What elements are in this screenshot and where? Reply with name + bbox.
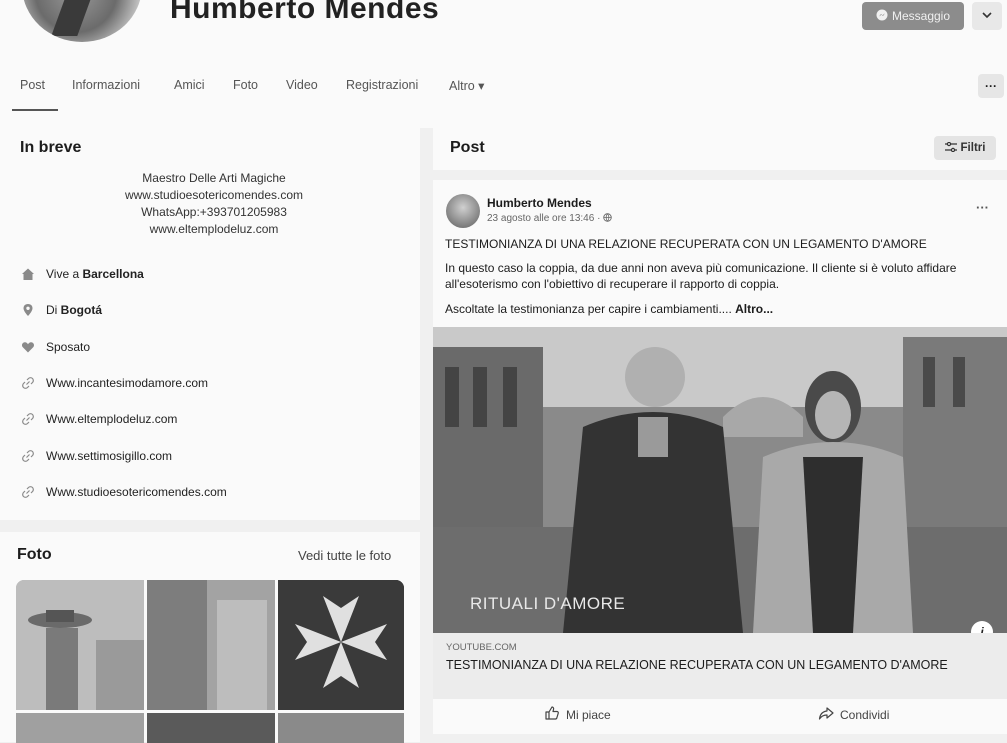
link-icon: [20, 448, 36, 464]
link-title[interactable]: TESTIMONIANZA DI UNA RELAZIONE RECUPERAT…: [446, 657, 966, 673]
tab-informazioni[interactable]: Informazioni: [72, 78, 140, 92]
post-cta-text: Ascoltate la testimonianza per capire i …: [445, 302, 736, 316]
message-button-label: Messaggio: [891, 9, 951, 23]
tab-video[interactable]: Video: [286, 78, 318, 92]
like-button[interactable]: Mi piace: [544, 705, 611, 724]
info-value[interactable]: Barcellona: [82, 267, 143, 281]
video-caption-overlay: RITUALI D'AMORE: [470, 594, 626, 613]
thumbs-up-icon: [544, 705, 560, 724]
filter-icon: [944, 141, 957, 155]
info-value: Sposato: [46, 340, 91, 354]
post-cta: Ascoltate la testimonianza per capire i …: [445, 302, 773, 316]
message-button[interactable]: Messaggio: [862, 2, 964, 30]
link-icon: [20, 411, 36, 427]
like-label: Mi piace: [566, 707, 611, 722]
post-date-text: 23 agosto alle ore 13:46 ·: [487, 213, 604, 224]
bio-line: www.studioesotericomendes.com: [124, 188, 304, 202]
profile-name: Humberto Mendes: [170, 0, 440, 25]
post-video-thumbnail[interactable]: [433, 327, 1007, 633]
home-icon: [20, 266, 36, 282]
info-prefix: Di: [46, 303, 61, 317]
info-row-website: Www.settimosigillo.com: [20, 448, 172, 464]
post-timestamp[interactable]: 23 agosto alle ore 13:46 ·: [487, 213, 612, 224]
share-icon: [818, 705, 834, 724]
filters-button[interactable]: Filtri: [934, 136, 996, 160]
website-link[interactable]: Www.settimosigillo.com: [46, 449, 172, 463]
globe-icon: [603, 213, 612, 224]
link-source: YOUTUBE.COM: [446, 642, 517, 653]
info-value[interactable]: Bogotá: [61, 303, 102, 317]
tab-foto[interactable]: Foto: [233, 78, 258, 92]
see-more-link[interactable]: Altro...: [735, 302, 773, 316]
photo-thumbnail[interactable]: [278, 580, 404, 710]
see-all-photos-link[interactable]: Vedi tutte le foto: [298, 548, 391, 563]
profile-header: [0, 0, 1007, 128]
location-icon: [20, 302, 36, 318]
more-options-button[interactable]: ···: [978, 74, 1004, 98]
posts-header: [433, 128, 1007, 170]
photo-thumbnail[interactable]: [16, 580, 144, 710]
info-row-website: Www.studioesotericomendes.com: [20, 484, 227, 500]
post-headline: TESTIMONIANZA DI UNA RELAZIONE RECUPERAT…: [445, 237, 927, 251]
messenger-icon: [876, 9, 888, 24]
tab-post[interactable]: Post: [20, 78, 45, 92]
intro-title: In breve: [20, 139, 82, 156]
photo-thumbnail[interactable]: [147, 580, 275, 710]
chevron-down-icon: [982, 10, 992, 22]
tab-registrazioni[interactable]: Registrazioni: [346, 78, 418, 92]
website-link[interactable]: Www.studioesotericomendes.com: [46, 485, 227, 499]
info-prefix: Vive a: [46, 267, 83, 281]
info-row-origin: Di Bogotá: [20, 302, 102, 318]
website-link[interactable]: Www.eltemplodeluz.com: [46, 412, 177, 426]
photo-thumbnail[interactable]: [16, 713, 144, 743]
share-label: Condividi: [840, 707, 890, 722]
filters-label: Filtri: [960, 142, 986, 154]
bio-line: www.eltemplodeluz.com: [149, 222, 279, 236]
share-button[interactable]: Condividi: [818, 705, 889, 724]
heart-icon: [20, 339, 36, 355]
bio-line: Maestro Delle Arti Magiche: [142, 171, 286, 185]
active-tab-indicator: [12, 109, 58, 111]
info-row-residence: Vive a Barcellona: [20, 266, 144, 282]
post-author-name[interactable]: Humberto Mendes: [487, 196, 592, 210]
profile-actions-dropdown[interactable]: [972, 2, 1002, 30]
bio-line: WhatsApp:+393701205983: [141, 205, 287, 219]
website-link[interactable]: Www.incantesimodamore.com: [46, 376, 208, 390]
photos-title: Foto: [17, 546, 52, 563]
photo-thumbnail[interactable]: [147, 713, 275, 743]
link-icon: [20, 484, 36, 500]
post-author-avatar[interactable]: [446, 194, 480, 228]
photo-thumbnail[interactable]: [278, 713, 404, 743]
posts-title: Post: [450, 139, 485, 156]
tab-amici[interactable]: Amici: [174, 78, 205, 92]
post-options-button[interactable]: ···: [976, 200, 989, 215]
tab-altro[interactable]: Altro ▾: [449, 78, 484, 93]
link-icon: [20, 375, 36, 391]
info-row-relationship: Sposato: [20, 339, 90, 355]
info-row-website: Www.incantesimodamore.com: [20, 375, 208, 391]
info-row-website: Www.eltemplodeluz.com: [20, 411, 177, 427]
post-body: In questo caso la coppia, da due anni no…: [445, 261, 957, 291]
